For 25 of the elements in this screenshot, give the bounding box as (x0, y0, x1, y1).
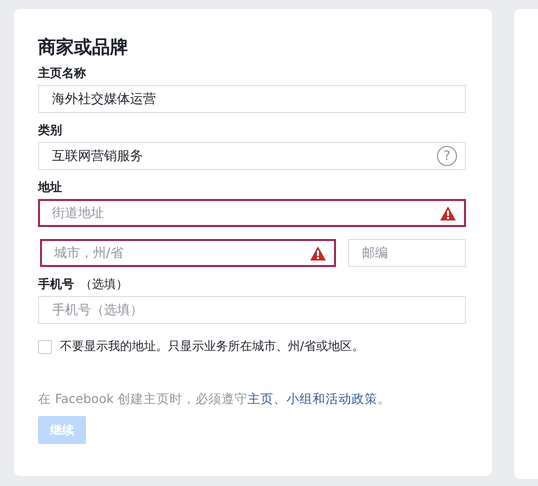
policy-link[interactable]: 主页、小组和活动政策 (248, 391, 378, 406)
optional-note: （选填） (80, 277, 128, 291)
checkbox-label: 不要显示我的地址。只显示业务所在城市、州/省或地区。 (60, 338, 364, 355)
input-field[interactable]: 手机号（选填） (38, 296, 466, 324)
field-label: 主页名称 (38, 65, 87, 81)
placeholder-text: 手机号（选填） (52, 302, 144, 319)
input-field[interactable]: 邮编 (348, 239, 466, 267)
field-label: 手机号 (38, 277, 74, 291)
input-field[interactable]: 城市，州/省 (40, 239, 336, 267)
field-value: 互联网营销服务 (52, 148, 144, 165)
input-field[interactable]: 海外社交媒体运营 (38, 85, 466, 113)
placeholder-text: 街道地址 (52, 205, 105, 222)
help-icon[interactable]: ? (437, 146, 457, 166)
placeholder-text: 邮编 (362, 245, 389, 262)
placeholder-text: 城市，州/省 (54, 245, 124, 262)
field-value: 海外社交媒体运营 (52, 91, 157, 108)
input-field[interactable]: 街道地址 (38, 199, 466, 227)
warning-icon (440, 206, 456, 220)
card-title: 商家或品牌 (38, 37, 129, 59)
warning-icon (310, 246, 326, 260)
policy-text: 在 Facebook 创建主页时，必须遵守主页、小组和活动政策。 (38, 391, 392, 408)
input-field[interactable]: 互联网营销服务 ? (38, 142, 466, 170)
checkbox[interactable] (38, 340, 52, 354)
field-label: 类别 (38, 122, 63, 138)
field-label: 地址 (38, 179, 63, 195)
